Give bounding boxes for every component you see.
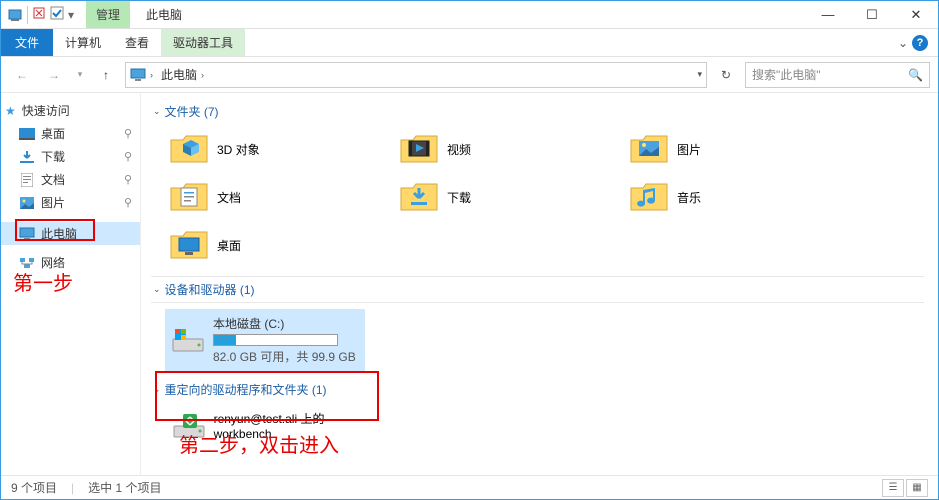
folder-desktop[interactable]: 桌面 xyxy=(165,224,355,266)
sidebar-this-pc[interactable]: 此电脑 xyxy=(1,222,140,245)
folder-icon xyxy=(169,132,209,166)
desktop-icon xyxy=(19,126,35,142)
view-tiles-button[interactable]: ▦ xyxy=(906,479,928,497)
nav-back-button[interactable]: ← xyxy=(9,62,35,88)
sidebar-item-downloads[interactable]: 下载 xyxy=(1,145,140,168)
refresh-button[interactable]: ↻ xyxy=(713,62,739,88)
folder-music[interactable]: 音乐 xyxy=(625,176,815,218)
status-bar: 9 个项目 | 选中 1 个项目 ☰ ▦ xyxy=(1,475,938,499)
drive-c[interactable]: 本地磁盘 (C:) 82.0 GB 可用，共 99.9 GB xyxy=(165,309,365,371)
folder-icon xyxy=(399,132,439,166)
search-icon: 🔍 xyxy=(908,68,923,82)
folder-icon xyxy=(629,180,669,214)
folder-pictures[interactable]: 图片 xyxy=(625,128,815,170)
group-header-devices[interactable]: ⌄设备和驱动器 (1) xyxy=(151,276,924,303)
status-selection: 选中 1 个项目 xyxy=(88,479,161,496)
quick-access-toolbar: ▾ xyxy=(1,1,80,28)
drive-capacity-bar xyxy=(213,334,338,346)
star-icon: ★ xyxy=(5,104,16,118)
folder-3dobjects[interactable]: 3D 对象 xyxy=(165,128,355,170)
folder-icon xyxy=(169,180,209,214)
folder-icon xyxy=(399,180,439,214)
file-tab[interactable]: 文件 xyxy=(1,29,53,56)
pc-icon xyxy=(130,67,146,83)
nav-up-button[interactable]: ↑ xyxy=(93,62,119,88)
maximize-button[interactable]: ☐ xyxy=(850,1,894,28)
drive-name: 本地磁盘 (C:) xyxy=(213,315,356,332)
ribbon-help[interactable]: ⌄ ? xyxy=(888,29,938,56)
sidebar-item-desktop[interactable]: 桌面 xyxy=(1,122,140,145)
minimize-button[interactable]: — xyxy=(806,1,850,28)
folder-downloads[interactable]: 下载 xyxy=(395,176,585,218)
content-pane: ⌄文件夹 (7) 3D 对象 视频 图片 文档 xyxy=(141,93,938,475)
annotation-text-step2: 第二步，双击进入 xyxy=(179,429,339,458)
pc-icon xyxy=(19,226,35,242)
chevron-right-icon[interactable]: › xyxy=(150,70,153,80)
group-header-folders[interactable]: ⌄文件夹 (7) xyxy=(151,99,928,124)
ribbon-tab-drivetools[interactable]: 驱动器工具 xyxy=(161,29,245,56)
view-details-button[interactable]: ☰ xyxy=(882,479,904,497)
nav-recent-dropdown[interactable]: ▾ xyxy=(73,62,87,88)
sidebar-item-documents[interactable]: 文档 xyxy=(1,168,140,191)
qat-dropdown-icon[interactable]: ▾ xyxy=(68,8,74,22)
sidebar-quick-access[interactable]: ★ 快速访问 xyxy=(1,99,140,122)
qat-checkbox-icon[interactable] xyxy=(50,6,64,23)
group-header-redirect[interactable]: ⌄重定向的驱动程序和文件夹 (1) xyxy=(151,377,928,402)
ribbon-tab-computer[interactable]: 计算机 xyxy=(53,29,113,56)
app-icon xyxy=(7,7,23,23)
folder-icon xyxy=(629,132,669,166)
drive-icon xyxy=(171,325,205,355)
help-icon[interactable]: ? xyxy=(912,35,928,51)
contextual-tab-drivetools[interactable]: 管理 xyxy=(86,1,130,28)
nav-bar: ← → ▾ ↑ › 此电脑 › ▾ ↻ 搜索"此电脑" 🔍 xyxy=(1,57,938,93)
address-dropdown-icon[interactable]: ▾ xyxy=(697,69,702,80)
sidebar-item-pictures[interactable]: 图片 xyxy=(1,191,140,214)
qat-properties-icon[interactable] xyxy=(32,6,46,23)
window-title: 此电脑 xyxy=(130,1,198,28)
folder-videos[interactable]: 视频 xyxy=(395,128,585,170)
picture-icon xyxy=(19,195,35,211)
download-icon xyxy=(19,149,35,165)
search-placeholder: 搜索"此电脑" xyxy=(752,66,821,83)
status-item-count: 9 个项目 xyxy=(11,479,57,496)
nav-forward-button[interactable]: → xyxy=(41,62,67,88)
title-bar: ▾ 管理 此电脑 — ☐ ✕ xyxy=(1,1,938,29)
ribbon: 文件 计算机 查看 驱动器工具 ⌄ ? xyxy=(1,29,938,57)
breadcrumb-thispc[interactable]: 此电脑 › xyxy=(157,64,208,85)
document-icon xyxy=(19,172,35,188)
nav-tree: ★ 快速访问 桌面 下载 文档 图片 此电脑 网络 第 xyxy=(1,93,141,475)
address-bar[interactable]: › 此电脑 › ▾ xyxy=(125,62,707,88)
folders-grid: 3D 对象 视频 图片 文档 下载 xyxy=(151,124,831,276)
annotation-text-step1: 第一步 xyxy=(13,267,73,296)
folder-icon xyxy=(169,228,209,262)
close-button[interactable]: ✕ xyxy=(894,1,938,28)
folder-documents[interactable]: 文档 xyxy=(165,176,355,218)
search-input[interactable]: 搜索"此电脑" 🔍 xyxy=(745,62,930,88)
drive-capacity-text: 82.0 GB 可用，共 99.9 GB xyxy=(213,348,356,365)
ribbon-tab-view[interactable]: 查看 xyxy=(113,29,161,56)
